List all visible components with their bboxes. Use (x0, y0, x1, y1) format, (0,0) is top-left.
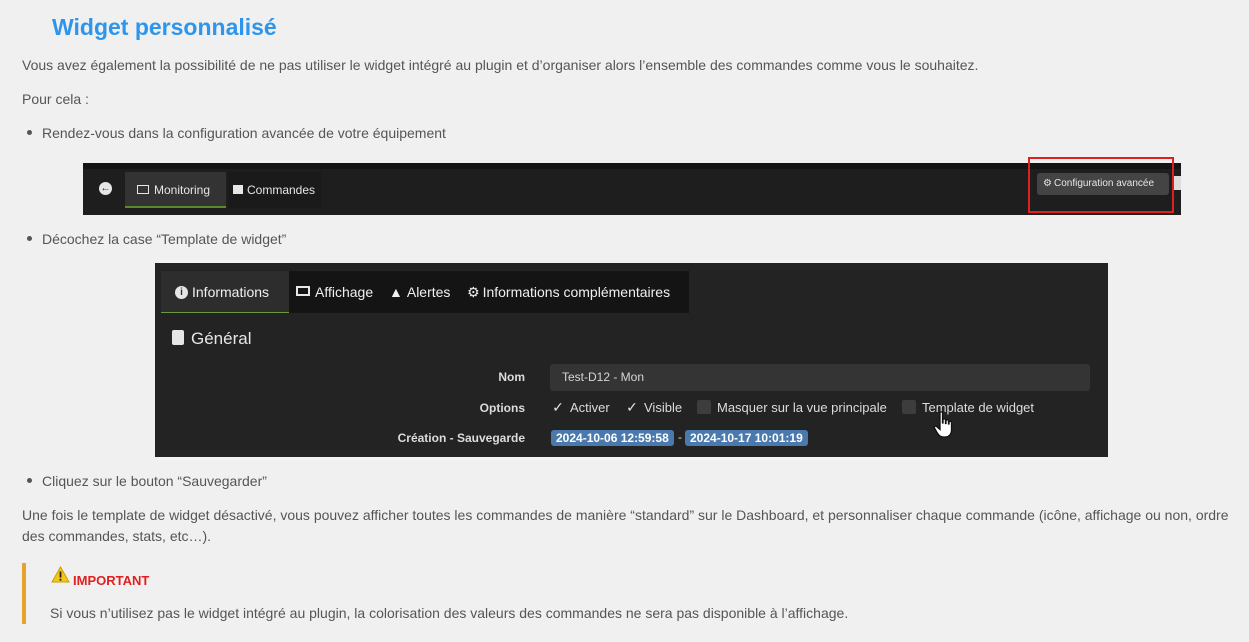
tab-affichage[interactable]: Affichage (296, 271, 373, 313)
nom-label: Nom (498, 370, 525, 384)
tab-commandes-label: Commandes (247, 183, 316, 197)
tab-commandes[interactable]: Commandes (228, 172, 321, 208)
nom-input[interactable]: Test-D12 - Mon (550, 364, 1090, 391)
tab-alertes-label: Alertes (406, 284, 451, 300)
tab-informations[interactable]: i Informations (161, 271, 289, 313)
outro-line-2: des commandes, stats, etc…). (22, 528, 212, 544)
section-general: Général (172, 329, 251, 349)
tab-informations-label: Informations (192, 284, 270, 300)
info-icon: i (175, 285, 188, 299)
masquer-checkbox[interactable] (697, 400, 711, 414)
page-heading: Widget personnalisé (52, 14, 277, 40)
note-text: Si vous n’utilisez pas le widget intégré… (50, 605, 849, 621)
tab-alertes[interactable]: ▲ Alertes (389, 271, 450, 313)
step-1: Rendez-vous dans la configuration avancé… (27, 125, 446, 141)
bullet-dot (27, 129, 32, 135)
intro-paragraph: Vous avez également la possibilité de ne… (22, 57, 979, 73)
highlight-box (1028, 157, 1174, 213)
masquer-label: Masquer sur la vue principale (717, 400, 887, 415)
step-1-text: Rendez-vous dans la configuration avancé… (42, 125, 446, 141)
note-title: IMPORTANT (73, 573, 150, 588)
equipment-settings-screenshot: i Informations Affichage ▲ Alertes ⚙ Inform… (155, 263, 1108, 457)
note-accent-bar (22, 563, 26, 624)
toolbar-top-strip (83, 163, 1181, 169)
date-separator: - (678, 430, 682, 444)
bullet-dot (27, 235, 32, 241)
bullet-dot (27, 477, 32, 483)
creation-date-badge: 2024-10-06 12:59:58 (551, 430, 674, 446)
step-2: Décochez la case “Template de widget” (27, 231, 286, 247)
options-label: Options (479, 401, 525, 415)
clipboard-icon (172, 330, 184, 346)
equipment-toolbar-screenshot: ← Monitoring Commandes ⚙ Configuration av… (83, 157, 1181, 215)
activer-checkbox[interactable]: ✓ (551, 400, 565, 414)
desktop-icon (296, 286, 310, 297)
save-date-badge: 2024-10-17 10:01:19 (685, 430, 808, 446)
tab-monitoring-label: Monitoring (154, 183, 211, 197)
creation-label: Création - Sauvegarde (397, 431, 525, 445)
visible-checkbox[interactable]: ✓ (625, 400, 639, 414)
clipped-button-edge (1174, 176, 1181, 190)
back-arrow-icon[interactable]: ← (99, 182, 112, 195)
pour-cela-text: Pour cela : (22, 91, 89, 107)
section-general-title: Général (191, 329, 252, 348)
tab-informations-complementaires[interactable]: ⚙ Informations complémentaires (467, 271, 670, 313)
tab-monitoring[interactable]: Monitoring (125, 172, 226, 208)
tab-affichage-label: Affichage (315, 284, 374, 300)
outro-line-1: Une fois le template de widget désactivé… (22, 507, 1229, 523)
list-icon (233, 185, 243, 195)
warning-icon (51, 566, 70, 583)
visible-label: Visible (644, 400, 683, 415)
step-3-text: Cliquez sur le bouton “Sauvegarder” (42, 473, 267, 489)
step-2-text: Décochez la case “Template de widget” (42, 231, 287, 247)
gears-icon: ⚙ (467, 284, 480, 300)
warning-icon: ▲ (389, 284, 403, 300)
hand-cursor-icon (933, 411, 953, 438)
activer-label: Activer (570, 400, 610, 415)
monitor-icon (137, 185, 149, 195)
step-3: Cliquez sur le bouton “Sauvegarder” (27, 473, 267, 489)
tab-infos-compl-label: Informations complémentaires (482, 284, 671, 300)
template-widget-checkbox[interactable] (902, 400, 916, 414)
